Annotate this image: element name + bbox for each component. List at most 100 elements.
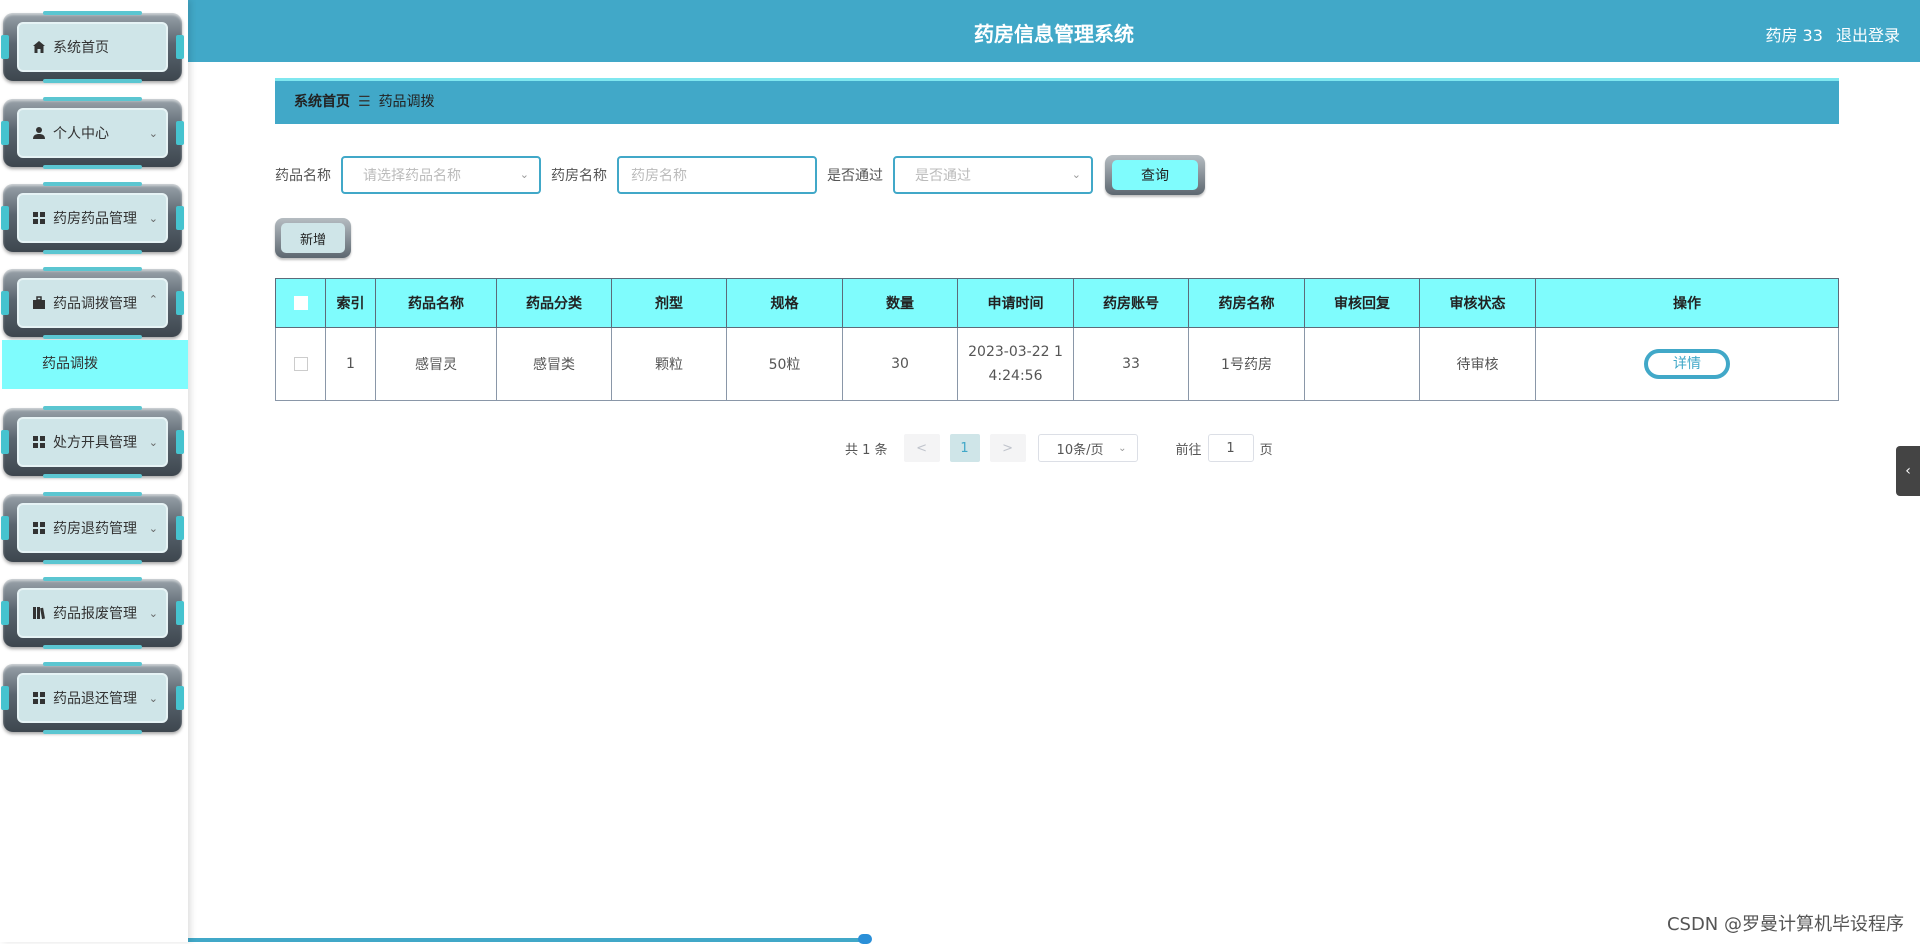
cell-reply (1305, 328, 1420, 401)
passed-placeholder: 是否通过 (915, 165, 971, 185)
sidebar-item-pharmacy-drugs[interactable]: 药房药品管理 ⌄ (3, 184, 182, 252)
query-button[interactable]: 查询 (1105, 155, 1205, 195)
column-header: 审核回复 (1305, 279, 1420, 328)
row-checkbox[interactable] (294, 357, 308, 371)
passed-select[interactable]: 是否通过 ⌄ (893, 156, 1093, 194)
sidebar-item-profile[interactable]: 个人中心 ⌄ (3, 99, 182, 167)
chevron-down-icon: ⌄ (149, 692, 158, 705)
pharmacy-name-input[interactable]: 药房名称 (617, 156, 817, 194)
sidebar-item-label: 药房药品管理 (53, 208, 137, 228)
passed-label: 是否通过 (827, 165, 883, 185)
chevron-down-icon: ⌄ (149, 127, 158, 140)
cell-drug-name: 感冒灵 (376, 328, 497, 401)
column-header: 药品分类 (497, 279, 612, 328)
chevron-down-icon: ⌄ (149, 522, 158, 535)
table-header-row: 索引 药品名称 药品分类 剂型 规格 数量 申请时间 药房账号 药房名称 审核回… (276, 279, 1839, 328)
column-header: 审核状态 (1420, 279, 1536, 328)
breadcrumb-current: 药品调拨 (379, 94, 435, 110)
select-all-checkbox-cell (276, 279, 326, 328)
column-header: 剂型 (612, 279, 727, 328)
sidebar-item-prescription[interactable]: 处方开具管理 ⌄ (3, 408, 182, 476)
sidebar-item-label: 处方开具管理 (53, 432, 137, 452)
prev-page-button[interactable]: < (904, 434, 940, 462)
breadcrumb: 系统首页☰药品调拨 (275, 78, 1839, 124)
grid-icon (31, 210, 47, 226)
cell-quantity: 30 (843, 328, 958, 401)
breadcrumb-home[interactable]: 系统首页 (294, 94, 350, 110)
column-header: 索引 (326, 279, 376, 328)
cell-index: 1 (326, 328, 376, 401)
page-unit-label: 页 (1260, 439, 1273, 458)
select-all-checkbox[interactable] (294, 296, 308, 310)
cell-category: 感冒类 (497, 328, 612, 401)
cell-action: 详情 (1536, 328, 1839, 401)
sidebar-item-label: 药品调拨管理 (53, 293, 137, 313)
column-header: 规格 (727, 279, 843, 328)
page-size-value: 10条/页 (1057, 439, 1104, 458)
sidebar-item-drug-refund[interactable]: 药品退还管理 ⌄ (3, 664, 182, 732)
current-user: 药房 33 (1765, 26, 1822, 45)
pharmacy-name-label: 药房名称 (551, 165, 607, 185)
goto-page-input[interactable]: 1 (1208, 434, 1254, 462)
chevron-down-icon: ⌄ (1072, 168, 1081, 181)
chevron-down-icon: ⌄ (149, 607, 158, 620)
transfer-table: 索引 药品名称 药品分类 剂型 规格 数量 申请时间 药房账号 药房名称 审核回… (275, 278, 1839, 401)
sidebar-item-label: 药房退药管理 (53, 518, 137, 538)
column-header: 操作 (1536, 279, 1839, 328)
sidebar-item-label: 系统首页 (53, 37, 109, 57)
query-button-label: 查询 (1112, 160, 1198, 190)
pagination-total: 共 1 条 (845, 439, 888, 458)
cell-spec: 50粒 (727, 328, 843, 401)
grid-icon (31, 520, 47, 536)
column-header: 药房名称 (1189, 279, 1305, 328)
grid-icon (31, 434, 47, 450)
page-size-select[interactable]: 10条/页 ⌄ (1038, 434, 1138, 462)
detail-button[interactable]: 详情 (1644, 349, 1730, 379)
user-icon (31, 125, 47, 141)
apply-time-line2: 4:24:56 (958, 364, 1073, 388)
next-page-button[interactable]: > (990, 434, 1026, 462)
cell-pharmacy: 1号药房 (1189, 328, 1305, 401)
search-bar: 药品名称 请选择药品名称 ⌄ 药房名称 药房名称 是否通过 是否通过 ⌄ 查询 (275, 155, 1205, 195)
table-row: 1 感冒灵 感冒类 颗粒 50粒 30 2023-03-22 1 4:24:56… (276, 328, 1839, 401)
drug-name-label: 药品名称 (275, 165, 331, 185)
app-title: 药房信息管理系统 (188, 18, 1920, 47)
watermark: CSDN @罗曼计算机毕设程序 (1667, 910, 1904, 936)
sidebar-item-label: 药品退还管理 (53, 688, 137, 708)
chevron-up-icon: ⌃ (149, 293, 158, 306)
column-header: 数量 (843, 279, 958, 328)
cell-status: 待审核 (1420, 328, 1536, 401)
drug-name-placeholder: 请选择药品名称 (363, 165, 461, 185)
row-checkbox-cell (276, 328, 326, 401)
page-number[interactable]: 1 (950, 434, 980, 462)
collapse-toggle-icon[interactable]: ‹ (1896, 446, 1920, 496)
pharmacy-name-placeholder: 药房名称 (631, 165, 687, 185)
sidebar-item-home[interactable]: 系统首页 (3, 13, 182, 81)
top-header: 药房信息管理系统 药房 33 退出登录 (188, 0, 1920, 62)
pagination: 共 1 条 < 1 > 10条/页 ⌄ 前往 1 页 (845, 433, 1273, 463)
sidebar-item-label: 个人中心 (53, 123, 109, 143)
cell-account: 33 (1074, 328, 1189, 401)
add-button[interactable]: 新增 (275, 218, 351, 258)
cell-dosage-form: 颗粒 (612, 328, 727, 401)
book-icon (31, 605, 47, 621)
sidebar-item-drug-return[interactable]: 药房退药管理 ⌄ (3, 494, 182, 562)
drug-name-select[interactable]: 请选择药品名称 ⌄ (341, 156, 541, 194)
column-header: 药品名称 (376, 279, 497, 328)
scrollbar-thumb[interactable] (858, 934, 872, 944)
logout-link[interactable]: 退出登录 (1836, 26, 1900, 45)
column-header: 药房账号 (1074, 279, 1189, 328)
chevron-down-icon: ⌄ (149, 212, 158, 225)
briefcase-icon (31, 295, 47, 311)
goto-label: 前往 (1176, 439, 1202, 458)
sidebar-item-drug-transfer[interactable]: 药品调拨管理 ⌃ (3, 269, 182, 337)
submenu-item-drug-transfer[interactable]: 药品调拨 (2, 340, 188, 389)
home-icon (31, 39, 47, 55)
apply-time-line1: 2023-03-22 1 (958, 340, 1073, 364)
chevron-down-icon: ⌄ (1118, 443, 1126, 454)
chevron-down-icon: ⌄ (149, 436, 158, 449)
sidebar: 系统首页 个人中心 ⌄ 药房药品管理 ⌄ 药品调拨管理 ⌃ 药品调拨 处方开具管… (0, 0, 188, 942)
column-header: 申请时间 (958, 279, 1074, 328)
sidebar-item-drug-scrap[interactable]: 药品报废管理 ⌄ (3, 579, 182, 647)
grid-icon (31, 690, 47, 706)
